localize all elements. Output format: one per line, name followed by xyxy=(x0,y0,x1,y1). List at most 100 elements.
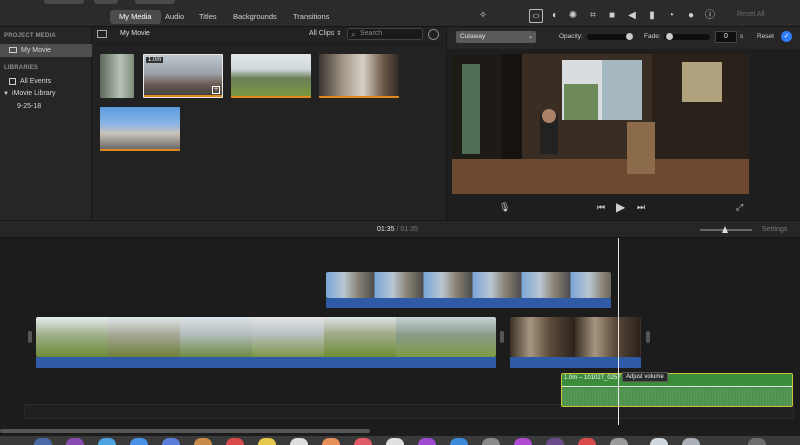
playhead[interactable] xyxy=(618,238,619,425)
search-input[interactable]: Search xyxy=(347,28,423,40)
total-time: 01:35 xyxy=(400,226,418,233)
media-thumbnail[interactable] xyxy=(319,54,399,98)
clip-filter-select[interactable]: All Clips ⇕ xyxy=(309,30,341,37)
clip-trim-handle[interactable] xyxy=(28,331,32,343)
media-thumbnail[interactable] xyxy=(100,54,134,98)
mail-icon[interactable] xyxy=(162,438,180,445)
imovie-icon[interactable] xyxy=(514,438,532,445)
sidebar-item-imovie-library[interactable]: ▼ iMovie Library xyxy=(3,87,56,100)
audio-waveform xyxy=(510,357,641,368)
sidebar-item-label: My Movie xyxy=(21,47,51,54)
sidebar-item-label: All Events xyxy=(20,78,52,85)
audio-waveform xyxy=(562,388,792,406)
stabilization-icon[interactable]: ■ xyxy=(605,9,619,23)
apply-checkmark-icon[interactable]: ✓ xyxy=(781,31,792,42)
safari-icon[interactable] xyxy=(130,438,148,445)
chevron-updown-icon: ⇕ xyxy=(336,31,342,37)
main-clip[interactable] xyxy=(36,317,496,357)
audio-clip[interactable]: 1.0m – 101027_0257 xyxy=(561,373,793,407)
tab-audio[interactable]: Audio xyxy=(156,10,193,24)
audio-waveform xyxy=(326,298,611,308)
sidebar-item-my-movie[interactable]: My Movie xyxy=(0,44,92,57)
equalizer-icon[interactable]: ▮ xyxy=(645,9,659,23)
window-button[interactable] xyxy=(135,0,175,4)
reminders-icon[interactable] xyxy=(290,438,308,445)
window-button[interactable] xyxy=(94,0,118,4)
noise-filter-icon[interactable]: ● xyxy=(684,9,698,23)
sidebar-toggle-icon[interactable] xyxy=(97,30,107,38)
media-thumbnail[interactable] xyxy=(231,54,311,98)
launchpad-icon[interactable] xyxy=(98,438,116,445)
speed-icon[interactable]: ◔ xyxy=(664,9,678,23)
app-store-icon[interactable] xyxy=(450,438,468,445)
play-button[interactable]: ▶ xyxy=(616,200,625,214)
media-thumbnail[interactable] xyxy=(100,107,180,151)
clip-filter-value: All Clips xyxy=(309,30,335,37)
secondary-clip[interactable] xyxy=(510,317,641,357)
app-icon[interactable] xyxy=(578,438,596,445)
music-icon[interactable] xyxy=(354,438,372,445)
timeline-settings-button[interactable]: Settings xyxy=(762,226,787,233)
contacts-icon[interactable] xyxy=(194,438,212,445)
tab-titles[interactable]: Titles xyxy=(190,10,226,24)
documents-icon[interactable] xyxy=(682,438,700,445)
clip-trim-handle[interactable] xyxy=(500,331,504,343)
notes-icon[interactable] xyxy=(258,438,276,445)
add-to-project-icon[interactable]: + xyxy=(212,86,220,94)
clip-frames xyxy=(326,272,611,298)
tab-backgrounds[interactable]: Backgrounds xyxy=(224,10,286,24)
skip-back-icon[interactable]: ⏮ xyxy=(597,202,605,213)
top-toolbar: My Media Audio Titles Backgrounds Transi… xyxy=(0,0,800,27)
color-balance-icon[interactable]: ◐ xyxy=(548,9,562,23)
clip-trim-handle[interactable] xyxy=(646,331,650,343)
cutaway-clip[interactable] xyxy=(326,272,611,298)
calendar-icon[interactable] xyxy=(226,438,244,445)
media-thumbnail-selected[interactable]: 1.0m + xyxy=(143,54,223,98)
fade-duration-field[interactable]: 0 xyxy=(715,31,737,43)
opacity-slider-knob[interactable] xyxy=(626,33,633,40)
volume-line[interactable] xyxy=(562,386,792,387)
horizontal-scrollbar[interactable] xyxy=(0,429,370,433)
crop-to-fill-icon[interactable]: ▭ xyxy=(529,9,543,23)
crop-icon[interactable]: ⌗ xyxy=(586,9,600,23)
tab-my-media[interactable]: My Media xyxy=(110,10,161,24)
color-palette-icon[interactable]: ✺ xyxy=(566,9,580,23)
sidebar-item-label: iMovie Library xyxy=(11,90,56,97)
downloads-icon[interactable] xyxy=(650,438,668,445)
fade-label: Fade: xyxy=(644,33,661,40)
clip-frame xyxy=(396,317,496,357)
finder-icon[interactable] xyxy=(34,438,52,445)
clip-frames xyxy=(510,317,641,357)
reset-all-button[interactable]: Reset All xyxy=(737,11,765,18)
info-icon[interactable]: ⓘ xyxy=(703,9,717,23)
maps-icon[interactable] xyxy=(386,438,404,445)
reset-button[interactable]: Reset xyxy=(757,33,774,40)
tab-transitions[interactable]: Transitions xyxy=(284,10,338,24)
app-icon[interactable] xyxy=(610,438,628,445)
fade-slider-knob[interactable] xyxy=(666,33,673,40)
fullscreen-icon[interactable]: ⤢ xyxy=(736,202,743,213)
window-button[interactable] xyxy=(44,0,84,4)
podcasts-icon[interactable] xyxy=(418,438,436,445)
app-icon[interactable] xyxy=(546,438,564,445)
magic-wand-icon[interactable]: ✧ xyxy=(476,9,490,23)
opacity-label: Opacity: xyxy=(559,33,583,40)
audio-clip-title: 1.0m – 101027_0257 xyxy=(564,375,621,381)
siri-icon[interactable] xyxy=(66,438,84,445)
clip-frame xyxy=(36,317,108,357)
system-preferences-icon[interactable] xyxy=(482,438,500,445)
clip-frame xyxy=(180,317,252,357)
sidebar-item-event[interactable]: 9-25-18 xyxy=(17,100,41,113)
events-icon xyxy=(9,77,16,85)
skip-forward-icon[interactable]: ⏭ xyxy=(637,202,645,213)
fade-unit: s xyxy=(740,33,744,40)
trash-icon[interactable] xyxy=(748,438,766,445)
overlay-mode-select[interactable]: Cutaway ⌄ xyxy=(456,31,536,43)
chevron-down-icon: ⌄ xyxy=(527,34,533,40)
settings-gear-icon[interactable] xyxy=(428,29,439,40)
time-separator: / xyxy=(396,226,399,233)
volume-icon[interactable]: ◀ xyxy=(625,9,639,23)
photos-icon[interactable] xyxy=(322,438,340,445)
disclosure-triangle-icon[interactable]: ▼ xyxy=(3,91,9,97)
microphone-icon[interactable]: 🎙 xyxy=(499,202,510,213)
